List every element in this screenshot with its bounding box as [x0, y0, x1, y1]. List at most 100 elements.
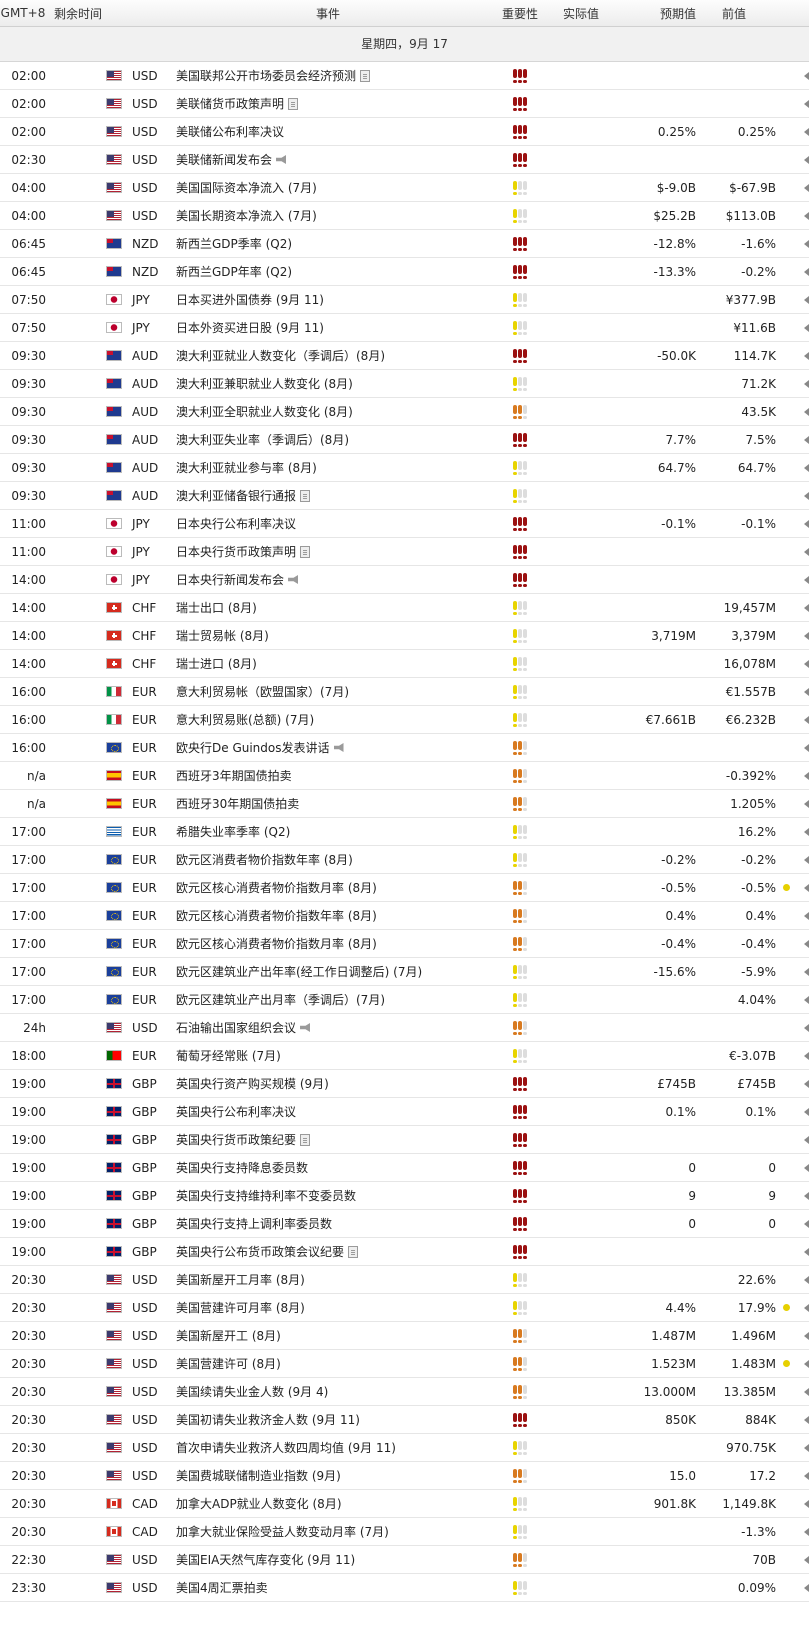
- event-row[interactable]: n/a EUR 西班牙30年期国债拍卖 1.205%: [0, 790, 809, 818]
- expand-arrow-icon[interactable]: [796, 799, 809, 808]
- expand-arrow-icon[interactable]: [796, 547, 809, 556]
- event-row[interactable]: 09:30 AUD 澳大利亚全职就业人数变化 (8月) 43.5K: [0, 398, 809, 426]
- expand-arrow-icon[interactable]: [796, 715, 809, 724]
- event-label[interactable]: 美国新屋开工月率 (8月): [176, 1271, 305, 1288]
- event-name[interactable]: 美国营建许可月率 (8月): [176, 1299, 494, 1316]
- event-row[interactable]: 19:00 GBP 英国央行资产购买规模 (9月) £745B £745B: [0, 1070, 809, 1098]
- event-name[interactable]: 葡萄牙经常账 (7月): [176, 1047, 494, 1064]
- expand-arrow-icon[interactable]: [796, 295, 809, 304]
- event-row[interactable]: 11:00 JPY 日本央行公布利率决议 -0.1% -0.1%: [0, 510, 809, 538]
- event-name[interactable]: 澳大利亚失业率（季调后）(8月): [176, 431, 494, 448]
- event-label[interactable]: 意大利贸易帐（欧盟国家）(7月): [176, 683, 349, 700]
- event-row[interactable]: 19:00 GBP 英国央行公布货币政策会议纪要: [0, 1238, 809, 1266]
- event-name[interactable]: 澳大利亚兼职就业人数变化 (8月): [176, 375, 494, 392]
- event-label[interactable]: 西班牙30年期国债拍卖: [176, 795, 299, 812]
- event-label[interactable]: 欧元区建筑业产出年率(经工作日调整后) (7月): [176, 963, 422, 980]
- expand-arrow-icon[interactable]: [796, 827, 809, 836]
- event-name[interactable]: 美国新屋开工 (8月): [176, 1327, 494, 1344]
- event-name[interactable]: 新西兰GDP季率 (Q2): [176, 235, 494, 252]
- event-row[interactable]: 22:30 USD 美国EIA天然气库存变化 (9月 11) 70B: [0, 1546, 809, 1574]
- event-name[interactable]: 英国央行公布货币政策会议纪要: [176, 1243, 494, 1260]
- expand-arrow-icon[interactable]: [796, 1247, 809, 1256]
- event-label[interactable]: 加拿大就业保险受益人数变动月率 (7月): [176, 1523, 389, 1540]
- importance-header[interactable]: 重要性: [494, 5, 546, 22]
- event-name[interactable]: 新西兰GDP年率 (Q2): [176, 263, 494, 280]
- event-row[interactable]: 20:30 USD 美国续请失业金人数 (9月 4) 13.000M 13.385M: [0, 1378, 809, 1406]
- expand-arrow-icon[interactable]: [796, 1191, 809, 1200]
- event-row[interactable]: 20:30 USD 美国费城联储制造业指数 (9月) 15.0 17.2: [0, 1462, 809, 1490]
- event-label[interactable]: 西班牙3年期国债拍卖: [176, 767, 292, 784]
- expand-arrow-icon[interactable]: [796, 1331, 809, 1340]
- event-row[interactable]: 09:30 AUD 澳大利亚储备银行通报: [0, 482, 809, 510]
- event-name[interactable]: 瑞士出口 (8月): [176, 599, 494, 616]
- event-row[interactable]: 14:00 CHF 瑞士出口 (8月) 19,457M: [0, 594, 809, 622]
- expand-arrow-icon[interactable]: [796, 463, 809, 472]
- expand-arrow-icon[interactable]: [796, 883, 809, 892]
- event-label[interactable]: 美国初请失业救济金人数 (9月 11): [176, 1411, 360, 1428]
- event-row[interactable]: 16:00 EUR 欧央行De Guindos发表讲话: [0, 734, 809, 762]
- event-name[interactable]: 意大利贸易帐（欧盟国家）(7月): [176, 683, 494, 700]
- event-name[interactable]: 日本外资买进日股 (9月 11): [176, 319, 494, 336]
- expand-arrow-icon[interactable]: [796, 71, 809, 80]
- expand-arrow-icon[interactable]: [796, 183, 809, 192]
- event-row[interactable]: 14:00 JPY 日本央行新闻发布会: [0, 566, 809, 594]
- event-row[interactable]: 17:00 EUR 希腊失业率季率 (Q2) 16.2%: [0, 818, 809, 846]
- document-icon[interactable]: [348, 1245, 359, 1258]
- expand-arrow-icon[interactable]: [796, 1107, 809, 1116]
- expand-arrow-icon[interactable]: [796, 1443, 809, 1452]
- event-name[interactable]: 日本央行新闻发布会: [176, 571, 494, 588]
- event-label[interactable]: 美国长期资本净流入 (7月): [176, 207, 317, 224]
- event-row[interactable]: 16:00 EUR 意大利贸易帐（欧盟国家）(7月) €1.557B: [0, 678, 809, 706]
- event-name[interactable]: 欧元区建筑业产出年率(经工作日调整后) (7月): [176, 963, 494, 980]
- expand-arrow-icon[interactable]: [796, 1387, 809, 1396]
- event-row[interactable]: 02:00 USD 美联储公布利率决议 0.25% 0.25%: [0, 118, 809, 146]
- event-label[interactable]: 美国续请失业金人数 (9月 4): [176, 1383, 328, 1400]
- event-row[interactable]: 19:00 GBP 英国央行支持维持利率不变委员数 9 9: [0, 1182, 809, 1210]
- event-name[interactable]: 英国央行支持降息委员数: [176, 1159, 494, 1176]
- event-label[interactable]: 英国央行货币政策纪要: [176, 1131, 296, 1148]
- event-row[interactable]: 02:00 USD 美联储货币政策声明: [0, 90, 809, 118]
- event-name[interactable]: 瑞士进口 (8月): [176, 655, 494, 672]
- expand-arrow-icon[interactable]: [796, 1079, 809, 1088]
- event-name[interactable]: 欧元区核心消费者物价指数月率 (8月): [176, 935, 494, 952]
- expand-arrow-icon[interactable]: [796, 1163, 809, 1172]
- event-name[interactable]: 欧元区消费者物价指数年率 (8月): [176, 851, 494, 868]
- expand-arrow-icon[interactable]: [796, 855, 809, 864]
- expand-arrow-icon[interactable]: [796, 1471, 809, 1480]
- event-label[interactable]: 欧元区建筑业产出月率（季调后）(7月): [176, 991, 385, 1008]
- expand-arrow-icon[interactable]: [796, 967, 809, 976]
- event-name[interactable]: 西班牙3年期国债拍卖: [176, 767, 494, 784]
- expand-arrow-icon[interactable]: [796, 687, 809, 696]
- document-icon[interactable]: [300, 1133, 311, 1146]
- event-label[interactable]: 石油输出国家组织会议: [176, 1019, 296, 1036]
- expand-arrow-icon[interactable]: [796, 1275, 809, 1284]
- event-name[interactable]: 英国央行支持维持利率不变委员数: [176, 1187, 494, 1204]
- event-label[interactable]: 美联储货币政策声明: [176, 95, 284, 112]
- event-row[interactable]: 14:00 CHF 瑞士进口 (8月) 16,078M: [0, 650, 809, 678]
- expand-arrow-icon[interactable]: [796, 1415, 809, 1424]
- event-label[interactable]: 英国央行资产购买规模 (9月): [176, 1075, 329, 1092]
- event-row[interactable]: 04:00 USD 美国长期资本净流入 (7月) $25.2B $113.0B: [0, 202, 809, 230]
- event-row[interactable]: 20:30 CAD 加拿大ADP就业人数变化 (8月) 901.8K 1,149.8K: [0, 1490, 809, 1518]
- event-name[interactable]: 英国央行货币政策纪要: [176, 1131, 494, 1148]
- expand-arrow-icon[interactable]: [796, 379, 809, 388]
- event-name[interactable]: 希腊失业率季率 (Q2): [176, 823, 494, 840]
- event-label[interactable]: 新西兰GDP年率 (Q2): [176, 263, 292, 280]
- event-label[interactable]: 首次申请失业救济人数四周均值 (9月 11): [176, 1439, 396, 1456]
- expand-arrow-icon[interactable]: [796, 743, 809, 752]
- event-name[interactable]: 美国EIA天然气库存变化 (9月 11): [176, 1551, 494, 1568]
- expand-arrow-icon[interactable]: [796, 939, 809, 948]
- event-row[interactable]: 20:30 USD 美国新屋开工月率 (8月) 22.6%: [0, 1266, 809, 1294]
- event-name[interactable]: 加拿大就业保险受益人数变动月率 (7月): [176, 1523, 494, 1540]
- event-name[interactable]: 欧元区核心消费者物价指数年率 (8月): [176, 907, 494, 924]
- event-row[interactable]: 04:00 USD 美国国际资本净流入 (7月) $-9.0B $-67.9B: [0, 174, 809, 202]
- event-label[interactable]: 日本买进外国债券 (9月 11): [176, 291, 324, 308]
- expand-arrow-icon[interactable]: [796, 407, 809, 416]
- event-row[interactable]: 09:30 AUD 澳大利亚就业参与率 (8月) 64.7% 64.7%: [0, 454, 809, 482]
- event-label[interactable]: 欧元区核心消费者物价指数月率 (8月): [176, 879, 377, 896]
- event-label[interactable]: 英国央行支持降息委员数: [176, 1159, 308, 1176]
- event-name[interactable]: 英国央行公布利率决议: [176, 1103, 494, 1120]
- event-label[interactable]: 葡萄牙经常账 (7月): [176, 1047, 281, 1064]
- event-name[interactable]: 西班牙30年期国债拍卖: [176, 795, 494, 812]
- event-row[interactable]: 19:00 GBP 英国央行公布利率决议 0.1% 0.1%: [0, 1098, 809, 1126]
